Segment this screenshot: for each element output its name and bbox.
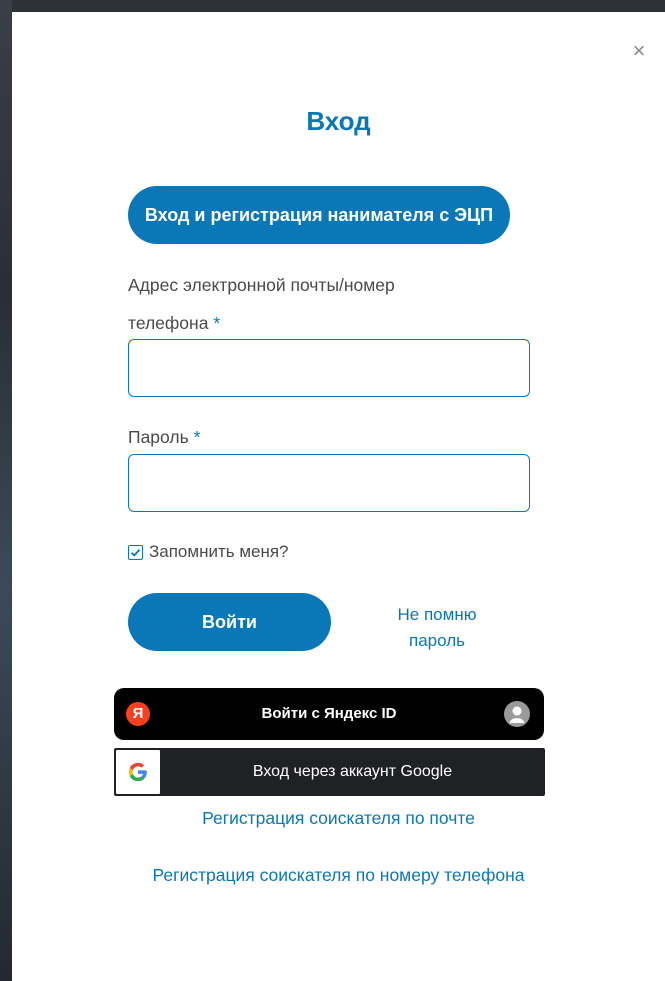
forgot-password-link[interactable]: Не помню пароль — [372, 602, 502, 654]
backdrop-top — [0, 0, 665, 12]
email-field[interactable] — [128, 339, 530, 397]
user-avatar-icon — [504, 701, 530, 727]
ecp-login-button[interactable]: Вход и регистрация нанимателя с ЭЦП — [128, 186, 510, 244]
google-logo-icon — [116, 750, 160, 794]
password-field[interactable] — [128, 454, 530, 512]
forgot-line2: пароль — [409, 631, 465, 650]
forgot-line1: Не помню — [397, 605, 477, 624]
password-label: Пароль * — [128, 420, 200, 454]
register-by-email-link[interactable]: Регистрация соискателя по почте — [12, 808, 665, 829]
yandex-button-label: Войти с Яндекс ID — [261, 705, 397, 722]
close-icon[interactable]: × — [629, 39, 649, 63]
remember-checkbox[interactable] — [128, 544, 143, 560]
login-button[interactable]: Войти — [128, 593, 331, 651]
google-button-label: Вход через аккаунт Google — [252, 763, 453, 780]
register-by-phone-link[interactable]: Регистрация соискателя по номеру телефон… — [12, 865, 665, 886]
backdrop-left — [0, 0, 12, 981]
email-label-line1: Адрес электронной почты/номер — [128, 275, 395, 295]
password-label-text: Пароль — [128, 427, 189, 447]
yandex-id-button[interactable]: Я Войти с Яндекс ID — [114, 688, 544, 740]
check-icon — [130, 548, 141, 557]
email-label-line2: телефона — [128, 313, 209, 333]
google-login-button[interactable]: Вход через аккаунт Google — [114, 748, 545, 796]
remember-me[interactable]: Запомнить меня? — [128, 540, 289, 564]
email-label-continued: телефона * — [128, 306, 220, 340]
modal-title: Вход — [306, 106, 371, 136]
required-mark: * — [193, 427, 201, 447]
login-modal: × Вход Вход и регистрация нанимателя с Э… — [12, 12, 665, 981]
remember-label: Запомнить меня? — [149, 542, 289, 561]
email-label: Адрес электронной почты/номер — [128, 268, 395, 302]
required-mark: * — [213, 313, 221, 333]
